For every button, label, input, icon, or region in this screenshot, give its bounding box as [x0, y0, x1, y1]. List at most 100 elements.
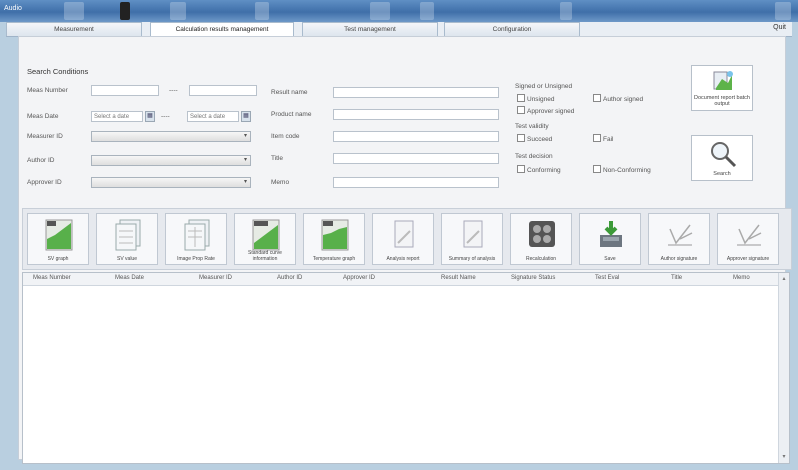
- document-icon: [463, 220, 483, 248]
- meas-number-from-input[interactable]: [91, 85, 159, 96]
- tab-test-management[interactable]: Test management: [302, 22, 438, 36]
- taskbar-icon: [255, 2, 269, 20]
- recalculation-label: Recalculation: [525, 256, 557, 262]
- graph-icon: [45, 219, 73, 251]
- search-button[interactable]: Search: [691, 135, 753, 181]
- analysis-report-label: Analysis report: [386, 256, 420, 262]
- column-header[interactable]: Meas Number: [33, 275, 71, 281]
- image-prop-rate-label: Image Prop Rate: [177, 256, 215, 262]
- column-header[interactable]: Approver ID: [343, 275, 375, 281]
- taskbar-icon: [775, 2, 791, 20]
- checkbox-icon: [517, 106, 525, 114]
- analysis-report-button[interactable]: Analysis report: [372, 213, 434, 265]
- checkbox-icon: [593, 94, 601, 102]
- measurer-id-select[interactable]: ▾: [91, 131, 251, 142]
- standard-curve-label: Standard curve information: [248, 250, 282, 262]
- succeed-label: Succeed: [527, 136, 553, 143]
- column-header[interactable]: Memo: [733, 275, 750, 281]
- checkbox-icon: [593, 165, 601, 173]
- approver-signed-label: Approver signed: [527, 108, 575, 115]
- calendar-icon[interactable]: ▦: [145, 111, 155, 122]
- temperature-graph-button[interactable]: Temperature graph: [303, 213, 365, 265]
- graph-icon: [321, 219, 349, 251]
- conforming-label: Conforming: [527, 167, 561, 174]
- column-header[interactable]: Measurer ID: [199, 275, 232, 281]
- scroll-up-icon[interactable]: ▴: [780, 275, 788, 283]
- succeed-checkbox[interactable]: Succeed: [517, 134, 552, 143]
- scroll-down-icon[interactable]: ▾: [780, 453, 788, 461]
- conforming-checkbox[interactable]: Conforming: [517, 165, 561, 174]
- chevron-down-icon: ▾: [243, 179, 247, 185]
- document-report-label: Document report batch output: [694, 95, 750, 107]
- vertical-scrollbar[interactable]: ▴ ▾: [778, 273, 789, 463]
- decision-title: Test decision: [515, 153, 553, 160]
- table-icon: [115, 219, 141, 251]
- tab-calculation-results[interactable]: Calculation results management: [150, 22, 294, 36]
- summary-analysis-label: Summary of analysis: [448, 256, 496, 262]
- standard-curve-button[interactable]: Standard curve information: [234, 213, 296, 265]
- search-conditions-title: Search Conditions: [27, 67, 89, 76]
- title-bar: Audio: [0, 0, 798, 22]
- sv-value-button[interactable]: SV value: [96, 213, 158, 265]
- item-code-input[interactable]: [333, 131, 499, 142]
- save-button[interactable]: Save: [579, 213, 641, 265]
- approver-signature-button[interactable]: Approver signature: [717, 213, 779, 265]
- meas-number-sep: ----: [169, 87, 178, 94]
- result-name-input[interactable]: [333, 87, 499, 98]
- item-code-label: Item code: [271, 133, 300, 140]
- results-table[interactable]: Meas Number Meas Date Measurer ID Author…: [22, 272, 790, 464]
- meas-date-from-input[interactable]: Select a date: [91, 111, 143, 122]
- sv-graph-button[interactable]: SV graph: [27, 213, 89, 265]
- tab-configuration[interactable]: Configuration: [444, 22, 580, 36]
- non-conforming-label: Non-Conforming: [603, 167, 651, 174]
- recalculation-button[interactable]: Recalculation: [510, 213, 572, 265]
- unsigned-checkbox[interactable]: Unsigned: [517, 94, 554, 103]
- document-report-button[interactable]: Document report batch output: [691, 65, 753, 111]
- image-prop-rate-button[interactable]: Image Prop Rate: [165, 213, 227, 265]
- product-name-input[interactable]: [333, 109, 499, 120]
- title-label: Title: [271, 155, 284, 162]
- checkbox-icon: [517, 165, 525, 173]
- taskbar-icon: [170, 2, 186, 20]
- fail-checkbox[interactable]: Fail: [593, 134, 613, 143]
- meas-number-to-input[interactable]: [189, 85, 257, 96]
- taskbar-icon: [560, 2, 572, 20]
- result-toolbar: SV graph SV value Image Prop Rate Standa…: [22, 208, 792, 270]
- approver-signed-checkbox[interactable]: Approver signed: [517, 106, 574, 115]
- approver-id-label: Approver ID: [27, 179, 62, 186]
- checkbox-icon: [517, 94, 525, 102]
- column-header[interactable]: Signature Status: [511, 275, 555, 281]
- search-icon: [711, 142, 737, 168]
- meas-date-to-input[interactable]: Select a date: [187, 111, 239, 122]
- memo-input[interactable]: [333, 177, 499, 188]
- author-id-select[interactable]: ▾: [91, 155, 251, 166]
- recalculation-icon: [529, 221, 555, 247]
- taskbar-icon: [120, 2, 130, 20]
- measurer-id-label: Measurer ID: [27, 133, 63, 140]
- author-signed-checkbox[interactable]: Author signed: [593, 94, 643, 103]
- fail-label: Fail: [603, 136, 614, 143]
- author-id-label: Author ID: [27, 157, 55, 164]
- summary-analysis-button[interactable]: Summary of analysis: [441, 213, 503, 265]
- author-signature-label: Author signature: [660, 256, 698, 262]
- calendar-icon[interactable]: ▦: [241, 111, 251, 122]
- non-conforming-checkbox[interactable]: Non-Conforming: [593, 165, 651, 174]
- graph-icon: [252, 219, 280, 251]
- document-report-icon: [713, 71, 733, 90]
- product-name-label: Product name: [271, 111, 312, 118]
- approver-id-select[interactable]: ▾: [91, 177, 251, 188]
- column-header[interactable]: Title: [671, 275, 682, 281]
- column-header[interactable]: Test Eval: [595, 275, 619, 281]
- checkbox-icon: [593, 134, 601, 142]
- quit-button[interactable]: Quit: [773, 24, 786, 31]
- signature-icon: [668, 224, 693, 246]
- app-title: Audio: [4, 5, 22, 12]
- tab-bar: Measurement Calculation results manageme…: [6, 22, 792, 37]
- column-header[interactable]: Author ID: [277, 275, 302, 281]
- table-icon: [184, 219, 210, 251]
- author-signature-button[interactable]: Author signature: [648, 213, 710, 265]
- column-header[interactable]: Meas Date: [115, 275, 144, 281]
- tab-measurement[interactable]: Measurement: [6, 22, 142, 36]
- title-input[interactable]: [333, 153, 499, 164]
- column-header[interactable]: Result Name: [441, 275, 476, 281]
